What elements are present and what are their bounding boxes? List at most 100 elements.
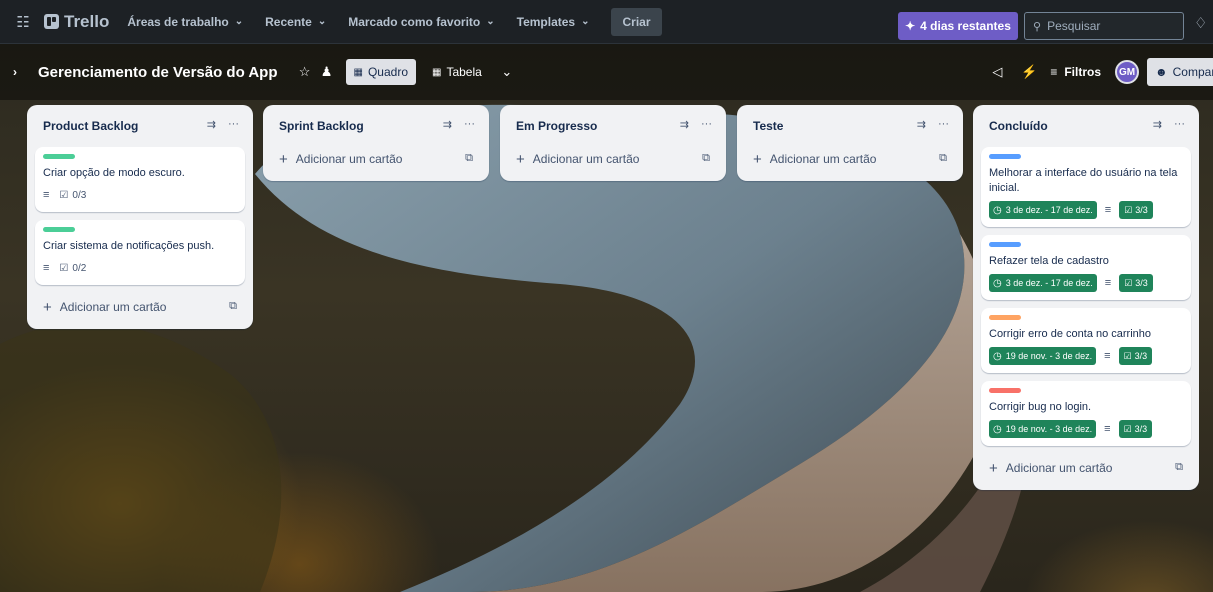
list-header[interactable]: Sprint Backlog ⇉ ··· xyxy=(271,105,481,147)
plus-icon: + xyxy=(43,298,52,316)
collapse-icon[interactable]: ⇉ xyxy=(443,118,452,131)
card-template-icon[interactable]: ⧉ xyxy=(939,152,947,165)
list-header[interactable]: Teste ⇉ ··· xyxy=(745,105,955,147)
notification-icon[interactable]: ♢ xyxy=(1194,14,1207,32)
card-template-icon[interactable]: ⧉ xyxy=(1175,461,1183,474)
card-label[interactable] xyxy=(989,154,1021,159)
add-card-button[interactable]: + Adicionar um cartão ⧉ xyxy=(35,293,245,321)
list-sprint-backlog: Sprint Backlog ⇉ ··· + Adicionar um cartã… xyxy=(263,105,489,181)
add-card-button[interactable]: + Adicionar um cartão ⧉ xyxy=(508,145,718,173)
board-header: › Gerenciamento de Versão do App ☆ ♟ ▦ Q… xyxy=(0,44,1213,100)
list-header[interactable]: Em Progresso ⇉ ··· xyxy=(508,105,718,147)
card-title: Criar opção de modo escuro. xyxy=(43,167,185,179)
add-card-button[interactable]: + Adicionar um cartão ⧉ xyxy=(981,454,1191,482)
list-title[interactable]: Teste xyxy=(753,119,783,133)
due-date-badge[interactable]: ◷ 3 de dez. - 17 de dez. xyxy=(989,274,1097,292)
collapse-icon[interactable]: ⇉ xyxy=(207,118,216,131)
add-card-button[interactable]: + Adicionar um cartão ⧉ xyxy=(745,145,955,173)
card[interactable]: Criar opção de modo escuro. ≡ ☑ 0/3 xyxy=(35,147,245,212)
checklist-icon: ☑ xyxy=(59,262,69,274)
board-title[interactable]: Gerenciamento de Versão do App xyxy=(38,64,278,81)
card-label[interactable] xyxy=(989,315,1021,320)
list-header[interactable]: Product Backlog ⇉ ··· xyxy=(35,105,245,147)
card-title: Criar sistema de notificações push. xyxy=(43,240,215,252)
view-tabela-button[interactable]: ▦ Tabela xyxy=(424,59,490,85)
clock-icon: ◷ xyxy=(993,277,1002,289)
card-label[interactable] xyxy=(989,388,1021,393)
more-icon[interactable]: ··· xyxy=(464,118,475,131)
card-label[interactable] xyxy=(989,242,1021,247)
chevron-down-icon[interactable]: ⌄ xyxy=(496,64,518,80)
filter-icon: ≡ xyxy=(1050,65,1058,79)
due-date-badge[interactable]: ◷ 19 de nov. - 3 de dez. xyxy=(989,347,1097,365)
share-user-icon: ☻ xyxy=(1155,65,1168,79)
card[interactable]: Melhorar a interface do usuário na tela … xyxy=(981,147,1191,227)
menu-areas-de-trabalho[interactable]: Áreas de trabalho ⌄ xyxy=(127,15,243,29)
list-concluido: Concluído ⇉ ··· Melhorar a interface do u… xyxy=(973,105,1199,490)
card-title: Corrigir bug no login. xyxy=(989,401,1092,413)
more-icon[interactable]: ··· xyxy=(228,118,239,131)
card-badges: ◷ 19 de nov. - 3 de dez. ≡ ☑ 3/3 xyxy=(989,420,1183,438)
visibility-icon[interactable]: ♟ xyxy=(316,64,338,80)
card[interactable]: Corrigir bug no login. ◷ 19 de nov. - 3 d… xyxy=(981,381,1191,446)
trello-logo-icon xyxy=(44,14,59,29)
card-template-icon[interactable]: ⧉ xyxy=(465,152,473,165)
card-label[interactable] xyxy=(43,154,75,159)
card[interactable]: Criar sistema de notificações push. ≡ ☑ 0… xyxy=(35,220,245,285)
sidebar-toggle-icon[interactable]: › xyxy=(0,44,30,100)
search-input[interactable]: ⚲ Pesquisar xyxy=(1024,12,1184,40)
avatar[interactable]: GM xyxy=(1115,60,1139,84)
menu-templates[interactable]: Templates ⌄ xyxy=(517,15,590,29)
description-icon: ≡ xyxy=(1104,277,1112,289)
list-title[interactable]: Em Progresso xyxy=(516,119,597,133)
due-date-badge[interactable]: ◷ 3 de dez. - 17 de dez. xyxy=(989,201,1097,219)
table-view-icon: ▦ xyxy=(432,66,442,78)
grid-icon[interactable]: ☷ xyxy=(14,13,32,31)
collapse-icon[interactable]: ⇉ xyxy=(1153,118,1162,131)
description-icon: ≡ xyxy=(1104,204,1112,216)
list-title[interactable]: Sprint Backlog xyxy=(279,119,364,133)
list-product-backlog: Product Backlog ⇉ ··· Criar opção de modo… xyxy=(27,105,253,329)
search-icon: ⚲ xyxy=(1033,20,1042,33)
clock-icon: ◷ xyxy=(993,204,1002,216)
top-navigation: ☷ Trello Áreas de trabalho ⌄ Recente ⌄ Mar… xyxy=(0,0,1213,44)
board-header-actions: ◁ ⚡ ≡ Filtros GM ☻ Compartilhar xyxy=(986,44,1213,100)
list-teste: Teste ⇉ ··· + Adicionar um cartão ⧉ xyxy=(737,105,963,181)
menu-recente[interactable]: Recente ⌄ xyxy=(265,15,326,29)
chevron-down-icon: ⌄ xyxy=(234,16,244,27)
more-icon[interactable]: ··· xyxy=(701,118,712,131)
menu-marcado-como-favorito[interactable]: Marcado como favorito ⌄ xyxy=(348,15,494,29)
clock-icon: ◷ xyxy=(993,350,1002,362)
more-icon[interactable]: ··· xyxy=(938,118,949,131)
share-button[interactable]: ☻ Compartilhar xyxy=(1147,58,1213,86)
card-label[interactable] xyxy=(43,227,75,232)
trial-days-button[interactable]: ✦ 4 dias restantes xyxy=(898,12,1018,40)
description-icon: ≡ xyxy=(43,189,50,201)
collapse-icon[interactable]: ⇉ xyxy=(680,118,689,131)
card-title: Refazer tela de cadastro xyxy=(989,255,1109,267)
more-icon[interactable]: ··· xyxy=(1174,118,1185,131)
checklist-badge: ☑ 3/3 xyxy=(1118,420,1153,438)
create-button[interactable]: Criar xyxy=(611,7,662,36)
card[interactable]: Corrigir erro de conta no carrinho ◷ 19 d… xyxy=(981,308,1191,373)
chevron-down-icon: ⌄ xyxy=(581,16,590,27)
card[interactable]: Refazer tela de cadastro ◷ 3 de dez. - 17… xyxy=(981,235,1191,300)
automation-icon[interactable]: ⚡ xyxy=(1018,64,1040,80)
power-up-icon[interactable]: ◁ xyxy=(986,64,1008,80)
trello-logo[interactable]: Trello xyxy=(44,12,109,32)
add-card-button[interactable]: + Adicionar um cartão ⧉ xyxy=(271,145,481,173)
logo-text: Trello xyxy=(64,11,110,31)
card-badges: ◷ 3 de dez. - 17 de dez. ≡ ☑ 3/3 xyxy=(989,274,1183,292)
filters-button[interactable]: ≡ Filtros xyxy=(1050,65,1101,79)
due-date-badge[interactable]: ◷ 19 de nov. - 3 de dez. xyxy=(989,420,1097,438)
list-title[interactable]: Concluído xyxy=(989,119,1048,133)
sparkle-icon: ✦ xyxy=(905,19,916,33)
list-header[interactable]: Concluído ⇉ ··· xyxy=(981,105,1191,147)
plus-icon: + xyxy=(989,459,998,477)
star-icon[interactable]: ☆ xyxy=(294,64,316,80)
list-title[interactable]: Product Backlog xyxy=(43,119,138,133)
collapse-icon[interactable]: ⇉ xyxy=(917,118,926,131)
card-template-icon[interactable]: ⧉ xyxy=(229,300,237,313)
view-quadro-button[interactable]: ▦ Quadro xyxy=(345,59,416,85)
card-template-icon[interactable]: ⧉ xyxy=(702,152,710,165)
